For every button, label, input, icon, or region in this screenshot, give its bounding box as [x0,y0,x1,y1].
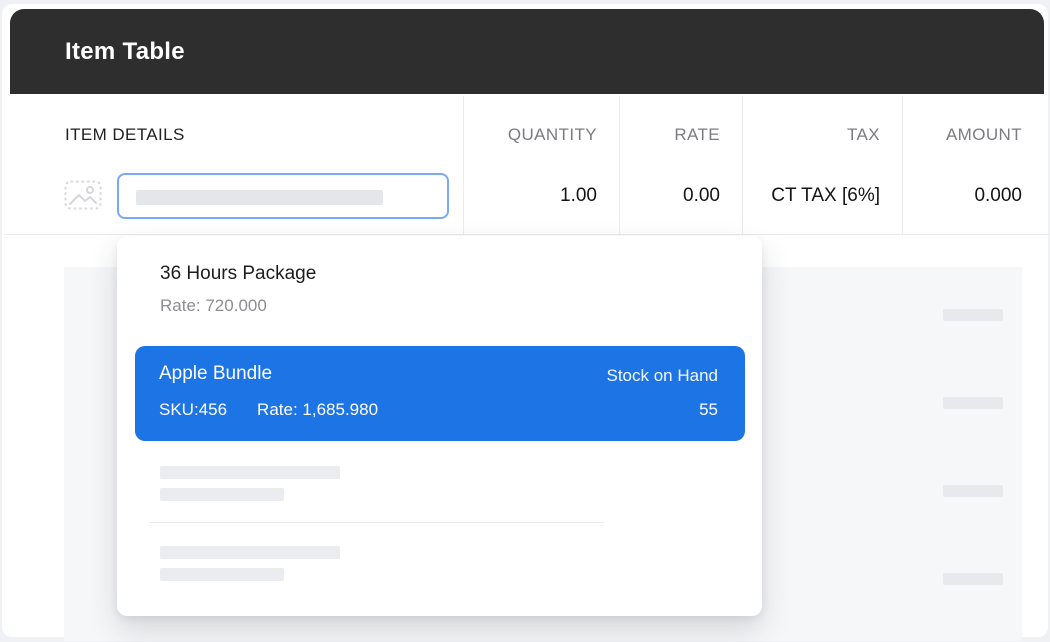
rate-cell[interactable]: 0.00 [619,185,720,209]
skeleton-bar [160,488,284,501]
dropdown-option-36-hours-package[interactable]: 36 Hours Package Rate: 720.000 [117,236,762,336]
skeleton-bar [943,485,1003,497]
dropdown-option-apple-bundle-selected[interactable]: Apple Bundle Stock on Hand SKU:456 Rate: … [135,346,745,441]
item-image-upload[interactable] [64,176,102,214]
page-title: Item Table [65,38,185,66]
column-header-item-details: ITEM DETAILS [65,125,185,145]
item-table-widget: Item Table ITEM DETAILS QUANTITY RATE TA… [0,0,1050,642]
column-header-tax: TAX [742,125,880,145]
tax-cell[interactable]: CT TAX [6%] [742,185,880,209]
widget-card: Item Table ITEM DETAILS QUANTITY RATE TA… [2,4,1048,637]
row-divider [4,234,1050,235]
item-name-input[interactable] [117,173,449,219]
quantity-cell[interactable]: 1.00 [463,185,597,209]
option-rate: Rate: 1,685.980 [257,400,378,419]
column-divider [902,96,903,234]
option-name: 36 Hours Package [160,263,316,285]
skeleton-bar [136,190,383,205]
skeleton-bar [943,309,1003,321]
amount-cell: 0.000 [902,185,1022,209]
item-suggestions-dropdown: 36 Hours Package Rate: 720.000 Apple Bun… [117,236,762,616]
skeleton-bar [943,573,1003,585]
column-header-quantity: QUANTITY [463,125,597,145]
option-sku-rate: SKU:456 Rate: 1,685.980 [159,400,378,420]
option-rate: Rate: 720.000 [160,296,267,316]
column-header-amount: AMOUNT [902,125,1022,145]
stock-on-hand-label: Stock on Hand [606,366,718,386]
skeleton-bar [943,397,1003,409]
skeleton-bar [160,568,284,581]
column-divider [619,96,620,234]
dropdown-divider [149,522,604,523]
skeleton-bar [160,546,340,559]
image-placeholder-icon [64,176,102,214]
column-divider [742,96,743,234]
stock-on-hand-value: 55 [699,400,718,420]
column-divider [463,96,464,234]
option-name: Apple Bundle [159,363,272,385]
titlebar: Item Table [10,9,1044,94]
column-header-rate: RATE [619,125,720,145]
option-sku: SKU:456 [159,400,227,419]
skeleton-bar [160,466,340,479]
